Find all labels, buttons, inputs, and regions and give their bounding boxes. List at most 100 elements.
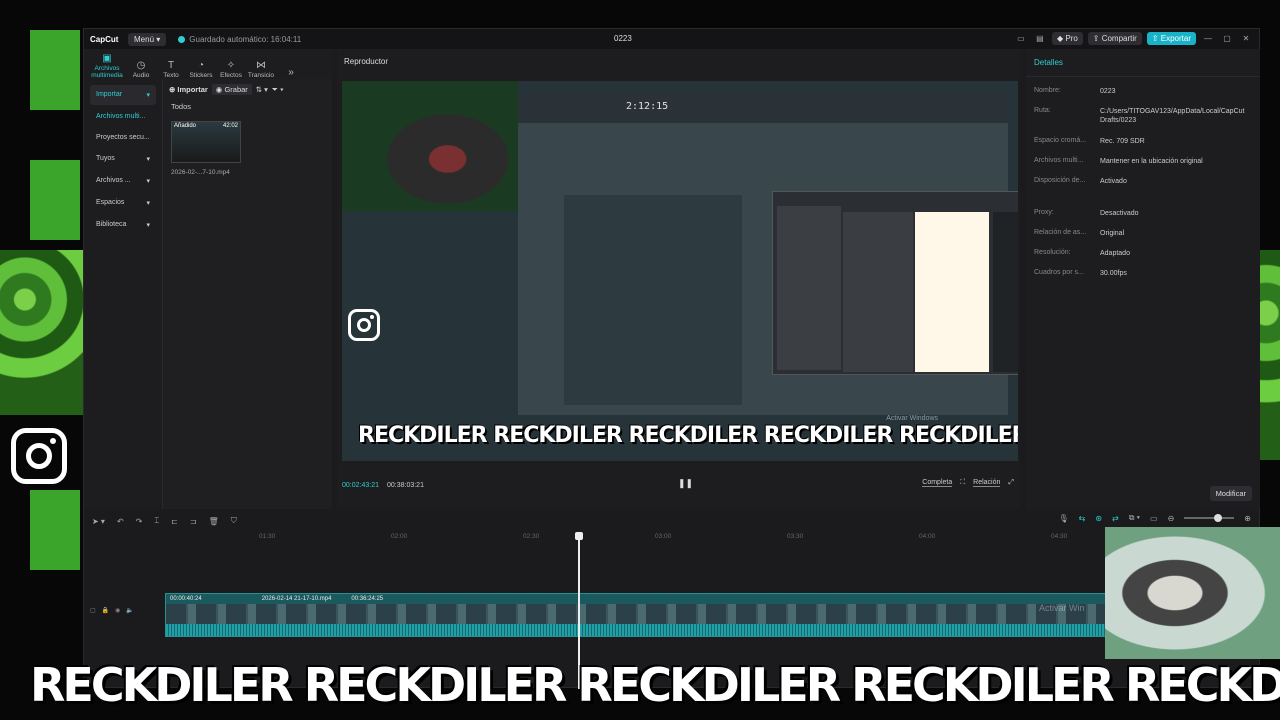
tab-text[interactable]: T Texto — [156, 60, 186, 79]
complete-button[interactable]: Completa — [922, 479, 953, 487]
sidebar-item-secondary-projects[interactable]: Proyectos secu... — [90, 128, 156, 147]
plugin-categories — [843, 212, 913, 372]
minimize-icon[interactable]: — — [1201, 34, 1215, 43]
maximize-icon[interactable]: ▢ — [1220, 34, 1234, 43]
details-value: Adaptado — [1100, 250, 1130, 257]
media-toolbar: ⊕ Importar ◉ Grabar ⇅ ▾ ⏷ ▾ — [163, 79, 332, 100]
filter-icon[interactable]: ⏷ ▾ — [272, 85, 284, 95]
display-icon[interactable]: ▤ — [1033, 34, 1047, 43]
windows-watermark: Activar Windows — [886, 415, 938, 422]
tab-label: Transicio — [247, 72, 275, 79]
details-key: Ruta: — [1034, 107, 1051, 114]
media-panel: ▣ Archivos multimedia ◷ Audio T Texto ◔ Stic… — [84, 49, 332, 509]
player-panel: Reproductor 2:12:15 Activar Windows RECK… — [337, 49, 1020, 509]
caption-icon[interactable]: ▭ — [1150, 514, 1158, 523]
timeline-ruler[interactable]: 01:30 02:00 02:30 03:00 03:30 04:00 04:30 — [164, 533, 1164, 545]
undo-icon[interactable]: ↶ — [117, 517, 124, 526]
details-value: Rec. 709 SDR — [1100, 138, 1145, 145]
details-key: Archivos multi... — [1034, 157, 1084, 164]
crop-icon[interactable]: ⛶ — [960, 479, 965, 487]
export-button[interactable]: ⇧ Exportar — [1146, 32, 1196, 45]
details-list: Nombre: 0223 Ruta: C:/Users/TITOGAV123/AppD… — [1026, 87, 1260, 289]
tab-label: Audio — [132, 72, 150, 79]
chevron-down-icon: ▾ — [146, 92, 150, 99]
tab-media[interactable]: ▣ Archivos multimedia — [88, 53, 126, 79]
plugin-preset-list — [915, 212, 989, 372]
sort-icon[interactable]: ⇅ ▾ — [256, 85, 268, 94]
sidebar-item-library[interactable]: Biblioteca ▾ — [90, 215, 156, 235]
preview-axis-icon[interactable]: ⧉ ▾ — [1129, 513, 1140, 523]
sidebar-item-files[interactable]: Archivos ... ▾ — [90, 171, 156, 191]
tab-label: Stickers — [189, 72, 213, 79]
share-button[interactable]: ⇪ Compartir — [1087, 32, 1142, 45]
video-preview[interactable]: 2:12:15 Activar Windows RECKDILER RECKDI… — [342, 81, 1018, 461]
pro-button[interactable]: ◆ Pro — [1051, 32, 1083, 45]
ratio-button[interactable]: Relación — [973, 479, 1001, 487]
project-title: 0223 — [614, 34, 632, 43]
track-controls: ▢ 🔒 ◉ 🔈 — [90, 607, 134, 614]
ruler-tick: 03:00 — [655, 533, 672, 540]
menu-button[interactable]: Menú ▾ — [128, 32, 167, 46]
delete-icon[interactable]: 🗑 — [209, 517, 219, 526]
tool-tabs: ▣ Archivos multimedia ◷ Audio T Texto ◔ Stic… — [84, 49, 332, 79]
magnet-icon[interactable]: ⊛ — [1095, 514, 1102, 523]
tab-stickers[interactable]: ◔ Stickers — [186, 60, 216, 79]
sidebar-item-yours[interactable]: Tuyos ▾ — [90, 149, 156, 169]
cover-icon[interactable]: ▢ — [90, 607, 96, 614]
record-label: Grabar — [224, 85, 248, 94]
modify-button[interactable]: Modificar — [1209, 486, 1252, 501]
sidebar-item-media-files[interactable]: Archivos multi... — [90, 107, 156, 126]
windows-watermark: Activar Win — [1039, 603, 1085, 613]
details-value: C:/Users/TITOGAV123/AppData/Local/CapCut… — [1100, 108, 1245, 124]
tab-effects[interactable]: ✧ Efectos — [216, 60, 246, 79]
details-key: Cuadros por s... — [1034, 269, 1084, 276]
split-left-icon[interactable]: ⊏ — [171, 517, 178, 526]
close-icon[interactable]: ✕ — [1239, 34, 1253, 43]
video-clip[interactable]: 00:00:40:24 2026-02-14 21-17-10.mp4 00:3… — [165, 593, 1195, 637]
ruler-tick: 04:30 — [1051, 533, 1068, 540]
more-tabs-icon[interactable]: » — [276, 67, 306, 79]
details-row: Resolución: Adaptado — [1026, 249, 1260, 269]
export-label: Exportar — [1160, 34, 1191, 43]
instagram-icon — [11, 428, 67, 484]
snap-icon[interactable]: ⇄ — [1112, 514, 1119, 523]
tab-transitions[interactable]: ⋈ Transicio — [246, 60, 276, 79]
pause-button[interactable]: ❚❚ — [678, 478, 693, 489]
timeline-toolbar: ➤ ▾ ↶ ↷ ⌶ ⊏ ⊐ 🗑 ⛉ 🎙 ⇆ ⊛ ⇄ ⧉ ▾ ▭ ⊖ ⊕ — [84, 513, 1259, 529]
zoom-slider[interactable] — [1184, 514, 1235, 522]
sidebar-item-label: Biblioteca — [96, 221, 127, 228]
layout-icon[interactable]: ▭ — [1014, 34, 1028, 43]
details-key: Relación de as... — [1034, 229, 1087, 236]
link-icon[interactable]: ⇆ — [1079, 514, 1086, 523]
fullscreen-icon[interactable]: ⤢ — [1008, 479, 1014, 487]
sidebar-item-spaces[interactable]: Espacios ▾ — [90, 193, 156, 213]
microphone-icon[interactable]: 🎙 — [1058, 514, 1068, 523]
leaf-texture — [1260, 250, 1280, 460]
zoom-out-icon[interactable]: ⊖ — [1168, 514, 1175, 523]
zoom-in-icon[interactable]: ⊕ — [1244, 514, 1251, 523]
split-right-icon[interactable]: ⊐ — [190, 517, 197, 526]
import-button[interactable]: ⊕ Importar — [169, 85, 208, 94]
tab-label: Archivos multimedia — [91, 65, 123, 79]
tab-label: Efectos — [220, 72, 242, 79]
details-title: Detalles — [1026, 49, 1260, 77]
shield-icon[interactable]: ⛉ — [231, 516, 237, 526]
record-button[interactable]: ◉ Grabar — [211, 84, 252, 95]
select-tool-icon[interactable]: ➤ ▾ — [92, 517, 105, 526]
filter-all[interactable]: Todos — [163, 100, 332, 113]
sidebar-item-import[interactable]: Importar ▾ — [90, 85, 156, 105]
zoom-slider-handle[interactable] — [1214, 514, 1223, 522]
text-icon: T — [167, 60, 175, 71]
ruler-tick: 04:00 — [919, 533, 936, 540]
volume-icon[interactable]: 🔈 — [126, 607, 133, 614]
split-icon[interactable]: ⌶ — [154, 516, 159, 526]
sidebar-item-label: Importar — [96, 91, 123, 98]
redo-icon[interactable]: ↷ — [136, 517, 143, 526]
lock-icon[interactable]: 🔒 — [102, 607, 109, 614]
media-thumbnail[interactable]: Añadido 42:02 — [171, 121, 241, 163]
chevron-down-icon: ▾ — [146, 178, 150, 185]
eye-icon[interactable]: ◉ — [115, 607, 120, 614]
ruler-tick: 03:30 — [787, 533, 804, 540]
fl-toolbar — [518, 95, 1008, 123]
tab-audio[interactable]: ◷ Audio — [126, 60, 156, 79]
